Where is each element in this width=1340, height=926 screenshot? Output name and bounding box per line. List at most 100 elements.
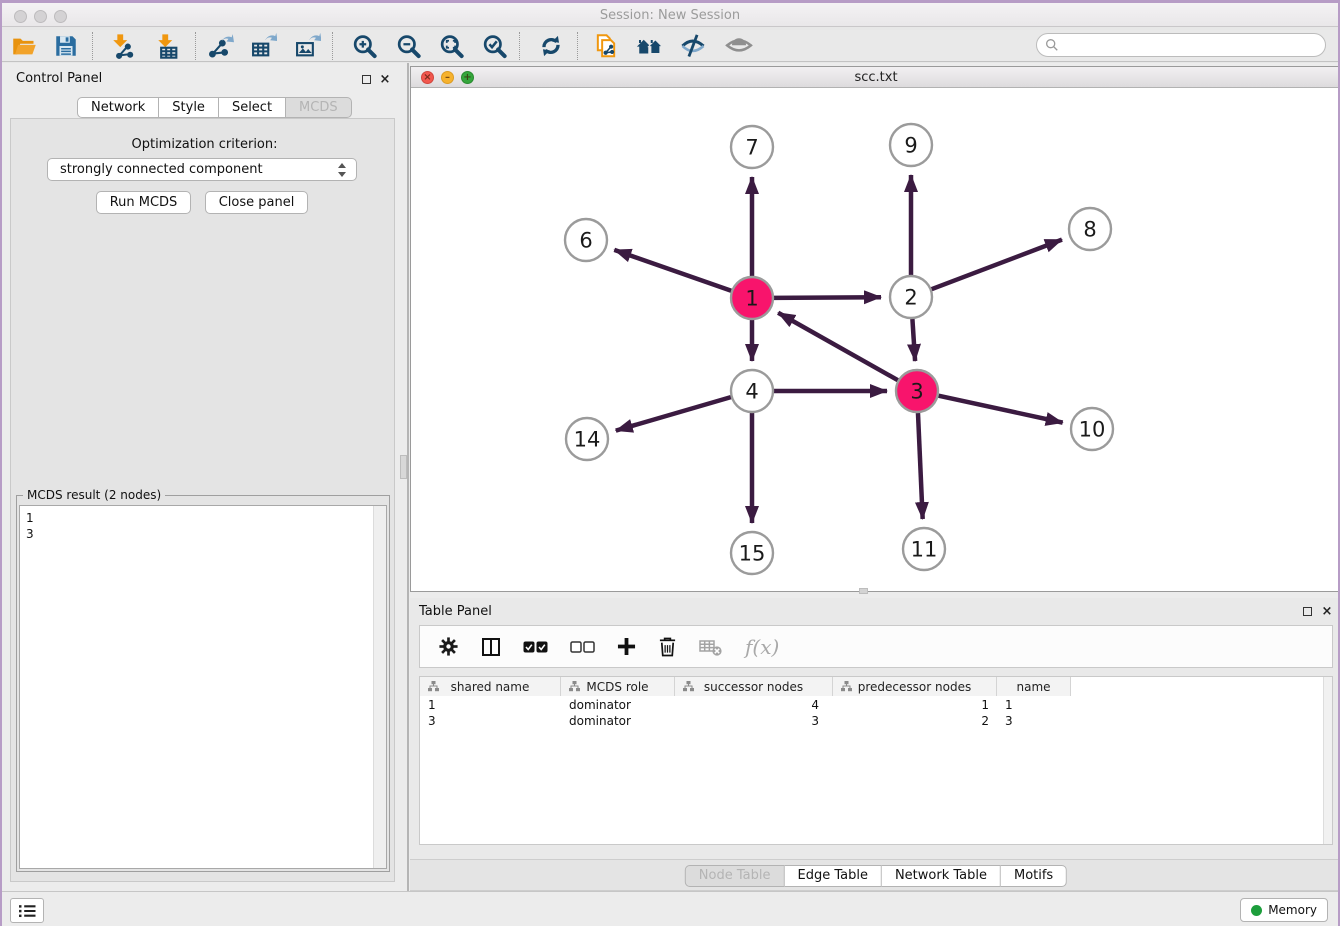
- graph-edge-3-1[interactable]: [778, 313, 898, 380]
- run-mcds-button[interactable]: Run MCDS: [96, 191, 191, 214]
- result-scrollbar[interactable]: [373, 506, 386, 868]
- graph-node-7[interactable]: 7: [731, 126, 773, 168]
- table-tabs: Node TableEdge TableNetwork TableMotifs: [685, 865, 1067, 887]
- graph-node-10[interactable]: 10: [1071, 408, 1113, 450]
- node-table-body: 1dominator4113dominator323: [420, 697, 1322, 729]
- duplicate-network-button[interactable]: [589, 29, 623, 63]
- mcds-result-title: MCDS result (2 nodes): [23, 488, 165, 502]
- graph-edge-1-2[interactable]: [774, 297, 881, 298]
- toolbar-separator: [577, 32, 578, 60]
- network-title: scc.txt: [411, 70, 1340, 85]
- plus-icon: [617, 637, 636, 656]
- deselect-all-button[interactable]: [570, 641, 595, 653]
- import-table-button[interactable]: [150, 29, 184, 63]
- function-builder-button[interactable]: f(x): [745, 635, 779, 659]
- column-header-name[interactable]: name: [997, 677, 1071, 696]
- graph-edge-2-3[interactable]: [912, 319, 915, 361]
- zoom-fit-button[interactable]: [434, 29, 468, 63]
- graph-edge-2-8[interactable]: [932, 240, 1062, 290]
- split-columns-button[interactable]: [481, 637, 501, 657]
- refresh-button[interactable]: [534, 29, 568, 63]
- column-header-shared-name[interactable]: shared name: [420, 677, 561, 696]
- graph-node-2[interactable]: 2: [890, 276, 932, 318]
- close-panel-button[interactable]: Close panel: [205, 191, 308, 214]
- tab-select[interactable]: Select: [219, 97, 286, 118]
- export-image-icon: [293, 32, 321, 60]
- import-network-button[interactable]: [105, 29, 139, 63]
- node-table-header: shared nameMCDS rolesuccessor nodesprede…: [420, 677, 1071, 696]
- float-panel-icon[interactable]: [359, 72, 373, 86]
- fx-icon: f(x): [745, 635, 779, 659]
- table-cell: 3: [420, 713, 561, 729]
- tab-edge-table[interactable]: Edge Table: [784, 865, 881, 887]
- table-cell: dominator: [561, 713, 675, 729]
- export-image-button[interactable]: [290, 29, 324, 63]
- horizontal-splitter-handle[interactable]: [859, 588, 868, 594]
- eye-button[interactable]: [722, 29, 756, 63]
- result-item[interactable]: 1: [26, 510, 386, 526]
- zoom-in-button[interactable]: [347, 29, 381, 63]
- search-input[interactable]: [1036, 33, 1326, 57]
- gear-button[interactable]: [438, 636, 459, 657]
- task-history-button[interactable]: [10, 898, 44, 923]
- column-header-MCDS-role[interactable]: MCDS role: [561, 677, 675, 696]
- vertical-splitter-handle[interactable]: [400, 455, 407, 479]
- tab-node-table[interactable]: Node Table: [685, 865, 785, 887]
- table-row[interactable]: 3dominator323: [420, 713, 1322, 729]
- result-item[interactable]: 3: [26, 526, 386, 542]
- delete-row-button[interactable]: [658, 636, 677, 657]
- delete-table-button[interactable]: [699, 638, 723, 656]
- graph-node-15[interactable]: 15: [731, 532, 773, 574]
- graph-edge-1-6[interactable]: [614, 250, 731, 291]
- close-panel-icon[interactable]: ×: [378, 72, 392, 86]
- graph-node-14[interactable]: 14: [566, 418, 608, 460]
- graph-node-4[interactable]: 4: [731, 370, 773, 412]
- show-hide-graphics-button[interactable]: [676, 29, 710, 63]
- table-panel-title: Table Panel: [419, 604, 492, 619]
- select-all-button[interactable]: [523, 641, 548, 653]
- graph-node-3[interactable]: 3: [896, 370, 938, 412]
- table-float-icon[interactable]: [1300, 604, 1314, 618]
- zoom-out-button[interactable]: [391, 29, 425, 63]
- optimization-criterion-select[interactable]: strongly connected component: [47, 158, 357, 181]
- export-network-button[interactable]: [203, 29, 237, 63]
- vertical-splitter[interactable]: [407, 63, 409, 891]
- toolbar-separator: [519, 32, 520, 60]
- graph-node-6[interactable]: 6: [565, 219, 607, 261]
- table-scrollbar[interactable]: [1323, 677, 1332, 844]
- column-header-predecessor-nodes[interactable]: predecessor nodes: [833, 677, 997, 696]
- graph-node-11[interactable]: 11: [903, 528, 945, 570]
- graph-edge-3-11[interactable]: [918, 413, 923, 519]
- svg-text:3: 3: [910, 380, 923, 404]
- table-cell: 1: [420, 697, 561, 713]
- tab-style[interactable]: Style: [159, 97, 219, 118]
- search-icon: [1045, 38, 1059, 52]
- zoom-selected-button[interactable]: [477, 29, 511, 63]
- graph-node-9[interactable]: 9: [890, 124, 932, 166]
- tab-motifs[interactable]: Motifs: [1001, 865, 1067, 887]
- graph-node-1[interactable]: 1: [731, 277, 773, 319]
- cybrowser-home-button[interactable]: [633, 29, 667, 63]
- export-table-button[interactable]: [246, 29, 280, 63]
- mcds-result-group: MCDS result (2 nodes) 13: [16, 495, 390, 872]
- column-header-successor-nodes[interactable]: successor nodes: [675, 677, 833, 696]
- table-tabs-bar: Node TableEdge TableNetwork TableMotifs: [410, 859, 1340, 891]
- memory-label: Memory: [1268, 903, 1317, 917]
- table-row[interactable]: 1dominator411: [420, 697, 1322, 713]
- table-cell: 4: [675, 697, 833, 713]
- graph-edge-4-14[interactable]: [616, 397, 731, 430]
- tab-network[interactable]: Network: [77, 97, 159, 118]
- open-file-button[interactable]: [7, 29, 41, 63]
- tab-network-table[interactable]: Network Table: [882, 865, 1001, 887]
- import-table-icon: [153, 32, 181, 60]
- memory-button[interactable]: Memory: [1240, 898, 1328, 922]
- tab-mcds[interactable]: MCDS: [286, 97, 352, 118]
- add-row-button[interactable]: [617, 637, 636, 656]
- svg-text:14: 14: [574, 428, 601, 452]
- save-session-button[interactable]: [49, 29, 83, 63]
- graph-edge-3-10[interactable]: [938, 396, 1062, 423]
- table-close-icon[interactable]: ×: [1320, 604, 1334, 618]
- network-graph-canvas[interactable]: 7 9 6 8 1 2 4 3 14 10 15 11: [411, 89, 1340, 592]
- mcds-result-list[interactable]: 13: [19, 505, 387, 869]
- graph-node-8[interactable]: 8: [1069, 208, 1111, 250]
